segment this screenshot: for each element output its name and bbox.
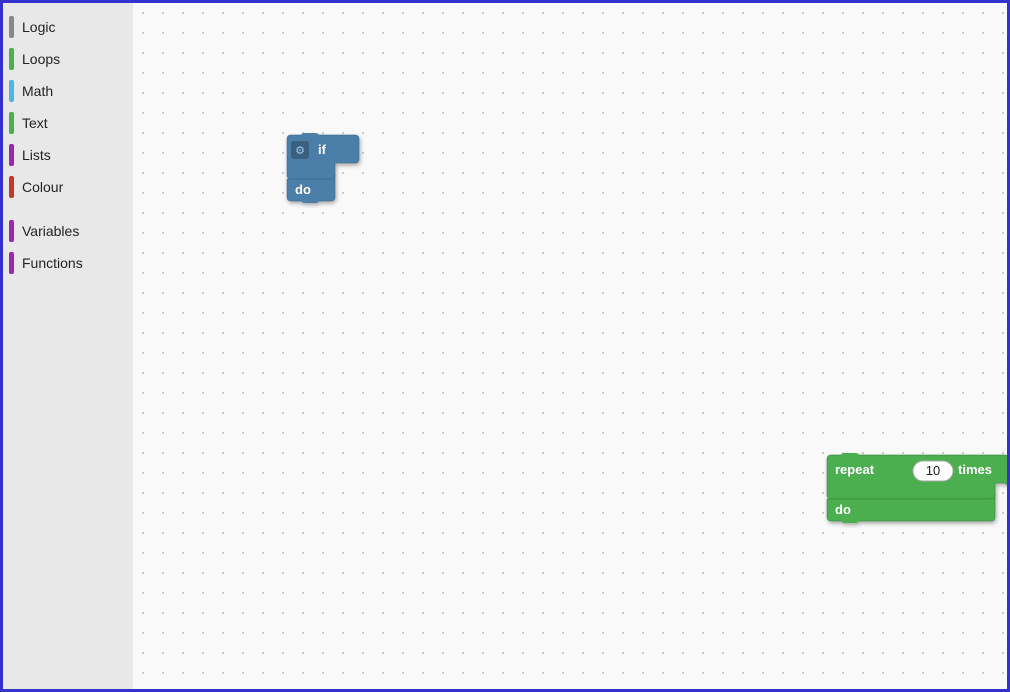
math-color-bar (9, 80, 14, 102)
sidebar-label-functions: Functions (22, 255, 83, 271)
colour-color-bar (9, 176, 14, 198)
sidebar-label-lists: Lists (22, 147, 51, 163)
svg-text:10: 10 (926, 463, 940, 478)
if-do-block[interactable]: ⚙ if do (283, 133, 373, 208)
svg-text:times: times (958, 462, 992, 477)
app-window: Logic Loops Math Text Lists Colour (0, 0, 1010, 692)
sidebar-item-text[interactable]: Text (3, 107, 133, 139)
sidebar-label-loops: Loops (22, 51, 60, 67)
sidebar-divider (3, 203, 133, 215)
sidebar-label-variables: Variables (22, 223, 79, 239)
functions-color-bar (9, 252, 14, 274)
svg-text:⚙: ⚙ (295, 145, 305, 157)
svg-text:if: if (318, 142, 327, 157)
lists-color-bar (9, 144, 14, 166)
repeat-block-svg: repeat 10 times do (823, 453, 1007, 528)
svg-text:do: do (295, 182, 311, 197)
svg-text:do: do (835, 502, 851, 517)
svg-text:repeat: repeat (835, 462, 875, 477)
sidebar-item-colour[interactable]: Colour (3, 171, 133, 203)
sidebar-label-logic: Logic (22, 19, 55, 35)
sidebar-item-functions[interactable]: Functions (3, 247, 133, 279)
text-color-bar (9, 112, 14, 134)
blockly-canvas[interactable]: ⚙ if do (133, 3, 1007, 689)
if-do-block-svg: ⚙ if do (283, 133, 373, 208)
variables-color-bar (9, 220, 14, 242)
sidebar: Logic Loops Math Text Lists Colour (3, 3, 133, 689)
sidebar-item-math[interactable]: Math (3, 75, 133, 107)
sidebar-item-lists[interactable]: Lists (3, 139, 133, 171)
sidebar-item-loops[interactable]: Loops (3, 43, 133, 75)
sidebar-label-math: Math (22, 83, 53, 99)
loops-color-bar (9, 48, 14, 70)
sidebar-label-text: Text (22, 115, 48, 131)
repeat-block[interactable]: repeat 10 times do (823, 453, 1007, 528)
sidebar-item-logic[interactable]: Logic (3, 11, 133, 43)
sidebar-item-variables[interactable]: Variables (3, 215, 133, 247)
sidebar-label-colour: Colour (22, 179, 63, 195)
logic-color-bar (9, 16, 14, 38)
